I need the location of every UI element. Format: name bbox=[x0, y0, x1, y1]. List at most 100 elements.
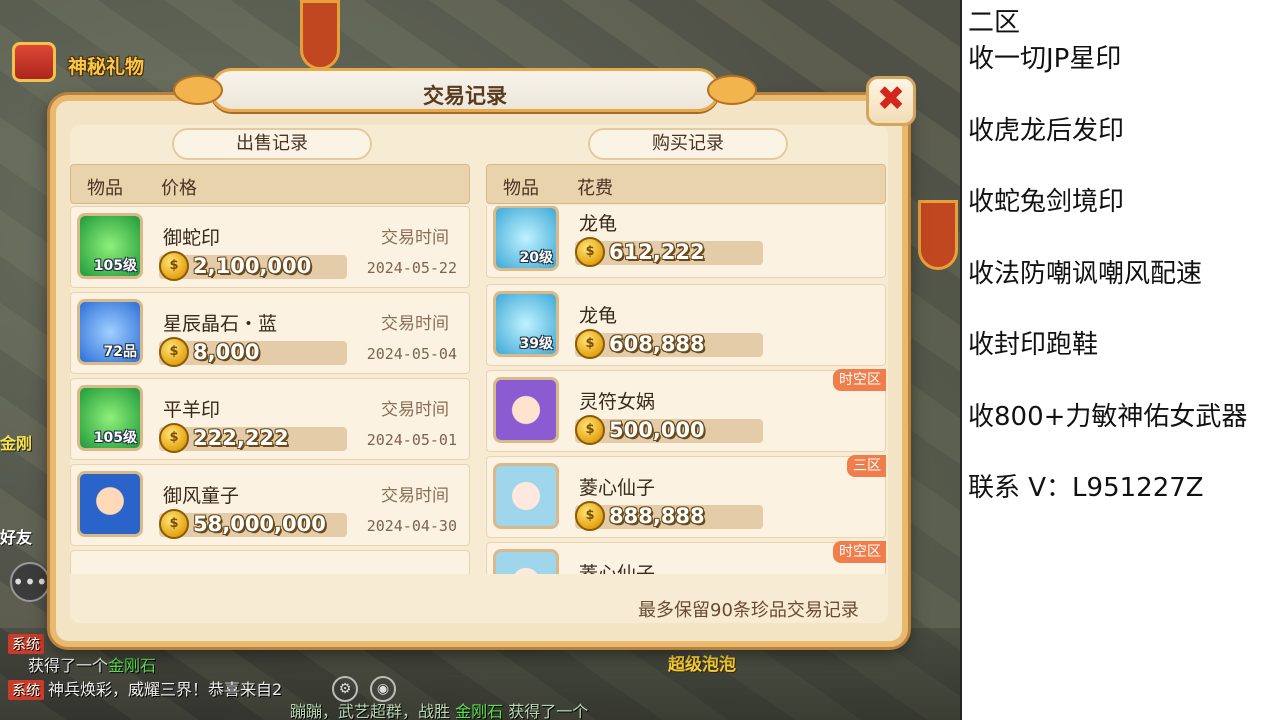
close-button[interactable]: ✖ bbox=[866, 76, 916, 126]
chat-text: 蹦蹦，武艺超群，战胜 bbox=[290, 702, 451, 720]
gold-coin-icon: $ bbox=[159, 509, 189, 539]
buy-records-panel: 物品 花费 20级 龙龟 $ 612,222 39级 龙龟 $ 608,888 … bbox=[486, 164, 886, 574]
chat-item-link[interactable]: 金刚石 bbox=[108, 656, 156, 675]
side-text-fragment: 金刚 bbox=[0, 434, 33, 453]
item-level: 20级 bbox=[519, 250, 553, 266]
sell-records-list[interactable]: 105级 御蛇印 $ 2,100,000 交易时间 2024-05-22 72品… bbox=[70, 206, 470, 574]
column-header-cost: 花费 bbox=[577, 178, 613, 199]
chat-text: 神兵焕彩，威耀三界！恭喜来自2 bbox=[48, 680, 283, 699]
buy-record-row[interactable]: 菱心仙子 $ 888,888 三区 bbox=[486, 455, 886, 538]
tab-buy-records[interactable]: 购买记录 bbox=[588, 128, 788, 160]
item-name: 菱心仙子 bbox=[579, 563, 656, 574]
trade-time-label: 交易时间 bbox=[381, 228, 449, 248]
side-line: 收虎龙后发印 bbox=[968, 116, 1125, 146]
chat-line: 蹦蹦，武艺超群，战胜 金刚石 获得了一个 bbox=[290, 698, 588, 720]
item-name: 菱心仙子 bbox=[579, 477, 656, 499]
fairy-icon bbox=[493, 463, 559, 529]
column-header-price: 价格 bbox=[161, 178, 197, 199]
item-price: 58,000,000 bbox=[193, 512, 326, 536]
dragon-turtle-icon: 39级 bbox=[493, 291, 559, 357]
buy-records-list[interactable]: 20级 龙龟 $ 612,222 39级 龙龟 $ 608,888 灵符女娲 $… bbox=[486, 206, 886, 574]
item-name: 平羊印 bbox=[163, 399, 221, 421]
gold-coin-icon: $ bbox=[575, 329, 605, 359]
trade-date: 2024-05-22 bbox=[366, 259, 457, 277]
side-line-contact: 联系 V：L951227Z bbox=[968, 473, 1204, 503]
sell-record-row[interactable]: 105级 平羊印 $ 222,222 交易时间 2024-05-01 bbox=[70, 378, 470, 460]
side-line-region: 二区 bbox=[968, 8, 1021, 38]
trade-time-label: 交易时间 bbox=[381, 486, 449, 506]
system-tag: 系统 bbox=[8, 680, 44, 700]
dialog-title: 交易记录 bbox=[423, 84, 507, 108]
buy-record-row[interactable]: 灵符女娲 $ 500,000 时空区 bbox=[486, 369, 886, 452]
item-name: 御风童子 bbox=[163, 485, 240, 507]
sell-record-row[interactable]: 72品 星辰晶石・蓝 $ 8,000 交易时间 2024-05-04 bbox=[70, 292, 470, 374]
tab-sell-records[interactable]: 出售记录 bbox=[172, 128, 372, 160]
trade-date: 2024-05-01 bbox=[366, 431, 457, 449]
region-badge: 三区 bbox=[847, 455, 886, 477]
chat-text: 获得了一个 bbox=[508, 702, 589, 720]
super-bubble-label: 超级泡泡 bbox=[668, 655, 736, 675]
dialog-title-bar: 交易记录 bbox=[173, 68, 757, 112]
item-price: 2,100,000 bbox=[193, 254, 312, 278]
friends-label[interactable]: 好友 bbox=[0, 524, 32, 548]
nuwa-icon bbox=[493, 377, 559, 443]
side-line: 收一切JP星印 bbox=[968, 44, 1122, 74]
item-cost: 888,888 bbox=[609, 504, 705, 528]
sell-record-row-partial[interactable] bbox=[70, 550, 470, 574]
sell-record-row[interactable]: 御风童子 $ 58,000,000 交易时间 2024-04-30 bbox=[70, 464, 470, 546]
item-name: 龙龟 bbox=[579, 213, 618, 235]
buy-record-row[interactable]: 20级 龙龟 $ 612,222 bbox=[486, 206, 886, 278]
side-line: 收封印跑鞋 bbox=[968, 330, 1099, 360]
mystery-gift-label[interactable]: 神秘礼物 bbox=[68, 52, 144, 79]
fairy-icon bbox=[493, 549, 559, 574]
system-tag: 系统 bbox=[8, 634, 44, 654]
settings-icon[interactable]: ⚙ bbox=[332, 676, 358, 702]
gold-coin-icon: $ bbox=[575, 237, 605, 267]
item-cost: 612,222 bbox=[609, 240, 705, 264]
gift-box-icon[interactable] bbox=[12, 42, 56, 82]
chat-bubble-icon[interactable]: ••• bbox=[10, 562, 50, 602]
scene-banner-decoration bbox=[918, 200, 958, 270]
item-level: 39级 bbox=[519, 336, 553, 352]
side-line: 收法防嘲讽嘲风配速 bbox=[968, 259, 1203, 289]
snake-seal-icon: 105级 bbox=[77, 213, 143, 279]
buy-table-header: 物品 花费 bbox=[486, 164, 886, 204]
footer-note: 最多保留90条珍品交易记录 bbox=[638, 600, 859, 621]
trade-time-label: 交易时间 bbox=[381, 314, 449, 334]
dragon-turtle-icon: 20级 bbox=[493, 206, 559, 271]
scene-banner-decoration bbox=[300, 0, 340, 70]
blue-crystal-icon: 72品 bbox=[77, 299, 143, 365]
item-name: 星辰晶石・蓝 bbox=[163, 313, 278, 335]
item-price: 222,222 bbox=[193, 426, 289, 450]
item-name: 龙龟 bbox=[579, 305, 618, 327]
item-price: 8,000 bbox=[193, 340, 260, 364]
gold-coin-icon: $ bbox=[575, 415, 605, 445]
gold-coin-icon: $ bbox=[159, 337, 189, 367]
chat-text: 获得了一个 bbox=[28, 656, 109, 675]
gold-coin-icon: $ bbox=[159, 423, 189, 453]
chat-line: 获得了一个金刚石 bbox=[8, 652, 156, 676]
sell-records-panel: 物品 价格 105级 御蛇印 $ 2,100,000 交易时间 2024-05-… bbox=[70, 164, 470, 574]
gold-coin-icon: $ bbox=[575, 501, 605, 531]
item-cost: 500,000 bbox=[609, 418, 705, 442]
buy-record-row[interactable]: 39级 龙龟 $ 608,888 bbox=[486, 284, 886, 366]
chat-item-link[interactable]: 金刚石 bbox=[455, 702, 503, 720]
trade-time-label: 交易时间 bbox=[381, 400, 449, 420]
side-line: 收蛇兔剑境印 bbox=[968, 187, 1125, 217]
camera-icon[interactable]: ◉ bbox=[370, 676, 396, 702]
buy-record-row-partial[interactable]: 菱心仙子 时空区 bbox=[486, 541, 886, 574]
column-header-item: 物品 bbox=[87, 178, 123, 199]
gold-coin-icon: $ bbox=[159, 251, 189, 281]
side-text-panel: 二区 收一切JP星印 收虎龙后发印 收蛇兔剑境印 收法防嘲讽嘲风配速 收封印跑鞋… bbox=[960, 0, 1280, 720]
chat-line: 系统 神兵焕彩，威耀三界！恭喜来自2 bbox=[8, 676, 282, 700]
region-badge: 时空区 bbox=[833, 541, 886, 563]
sheep-seal-icon: 105级 bbox=[77, 385, 143, 451]
item-name: 灵符女娲 bbox=[579, 391, 656, 413]
item-name: 御蛇印 bbox=[163, 227, 221, 249]
trade-date: 2024-05-04 bbox=[366, 345, 457, 363]
item-level: 105级 bbox=[93, 430, 137, 446]
region-badge: 时空区 bbox=[833, 369, 886, 391]
side-line: 收800+力敏神佑女武器 bbox=[968, 402, 1248, 432]
sell-table-header: 物品 价格 bbox=[70, 164, 470, 204]
sell-record-row[interactable]: 105级 御蛇印 $ 2,100,000 交易时间 2024-05-22 bbox=[70, 206, 470, 288]
